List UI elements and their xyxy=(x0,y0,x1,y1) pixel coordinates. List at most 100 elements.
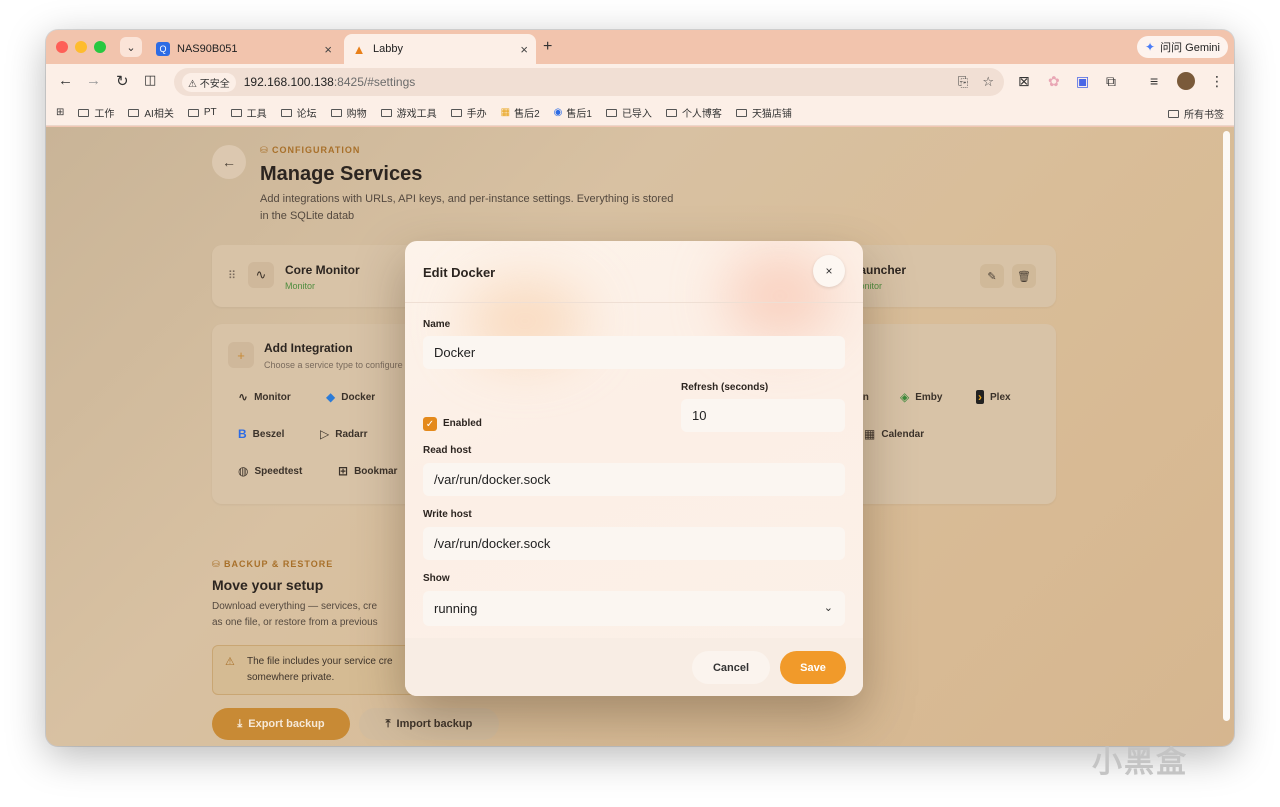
write-host-input[interactable]: /var/run/docker.sock xyxy=(423,527,845,560)
gemini-button[interactable]: ✦ 问问 Gemini xyxy=(1137,36,1228,58)
folder-icon xyxy=(230,108,242,117)
minimize-window-button[interactable] xyxy=(75,41,87,53)
edit-pencil-icon[interactable]: ✎ xyxy=(980,264,1004,288)
profile-avatar[interactable] xyxy=(1177,72,1195,90)
speedtest-icon: ◍ xyxy=(238,464,249,478)
bookmark-item[interactable]: 工作 xyxy=(78,105,114,120)
name-input[interactable]: Docker xyxy=(423,336,845,369)
modal-close-icon[interactable]: × xyxy=(813,255,845,287)
folder-icon xyxy=(735,108,747,117)
flask-icon: ▲ xyxy=(352,41,366,57)
bookmark-star-icon[interactable]: ☆ xyxy=(982,74,994,90)
maximize-window-button[interactable] xyxy=(94,41,106,53)
enabled-checkbox[interactable]: ✓ xyxy=(423,417,437,431)
tab-close-icon[interactable]: × xyxy=(324,42,332,57)
blue-ext-icon[interactable]: ▣ xyxy=(1076,73,1089,90)
integration-bookmarks[interactable]: ⊞ Bookmar xyxy=(338,458,397,484)
tab-search-chevron-icon[interactable]: ⌄ xyxy=(120,37,142,57)
bookmark-item[interactable]: 游戏工具 xyxy=(380,105,437,120)
apps-grid-icon[interactable]: ⊞ xyxy=(56,107,64,118)
new-tab-button[interactable]: + xyxy=(543,38,552,56)
modal-title: Edit Docker xyxy=(423,265,496,280)
forward-arrow-icon[interactable]: → xyxy=(86,72,101,89)
add-integration-title: Add Integration xyxy=(264,341,353,355)
extensions-puzzle-icon[interactable]: ⧉ xyxy=(1106,73,1116,90)
download-icon: ⤓ xyxy=(237,717,243,730)
bookmark-item[interactable]: 天猫店铺 xyxy=(735,105,792,120)
reload-icon[interactable]: ↻ xyxy=(116,72,129,90)
integration-plex[interactable]: › Plex xyxy=(976,384,1011,410)
reading-list-icon[interactable]: ≡ xyxy=(1150,73,1158,89)
url-path: :8425/#settings xyxy=(333,75,416,89)
page-title: Manage Services xyxy=(260,163,423,185)
folder-icon xyxy=(280,108,292,117)
pulse-icon: ∿ xyxy=(248,262,274,288)
bookmark-item[interactable]: ▦ 售后2 xyxy=(501,105,540,120)
tab-nas[interactable]: Q NAS90B051 × xyxy=(148,34,340,64)
translate-icon[interactable]: ⎘ xyxy=(958,74,968,90)
bookmark-item[interactable]: ◉ 售后1 xyxy=(554,105,592,120)
back-arrow-icon[interactable]: ← xyxy=(58,72,73,89)
folder-icon xyxy=(1168,109,1179,118)
back-button[interactable]: ← xyxy=(212,145,246,179)
folder-icon xyxy=(380,108,392,117)
chevron-down-icon: ⌄ xyxy=(823,602,833,614)
delete-trash-icon[interactable]: 🗑 xyxy=(1012,264,1036,288)
bookmark-item[interactable]: 个人博客 xyxy=(665,105,722,120)
bookmark-item[interactable]: 手办 xyxy=(450,105,487,120)
xiaoheihe-watermark: 小黑盒 xyxy=(1092,746,1188,779)
folder-icon xyxy=(605,108,617,117)
bookmark-item[interactable]: 论坛 xyxy=(280,105,317,120)
show-select[interactable]: running ⌄ xyxy=(423,591,845,626)
bookmark-item[interactable]: 工具 xyxy=(230,105,267,120)
folder-icon xyxy=(187,108,199,117)
tab-close-icon[interactable]: × xyxy=(520,42,528,57)
tab-title: Labby xyxy=(373,43,403,55)
bookmark-item[interactable]: 购物 xyxy=(330,105,367,120)
page-content: ← ⛁ CONFIGURATION Manage Services Add in… xyxy=(46,127,1234,746)
folder-icon xyxy=(128,108,140,117)
plex-icon: › xyxy=(976,390,984,404)
screenshot-ext-icon[interactable]: ⊠ xyxy=(1018,73,1030,90)
bookmark-item[interactable]: PT xyxy=(187,107,217,118)
folder-icon xyxy=(665,108,677,117)
drag-handle-icon[interactable]: ⠿ xyxy=(228,269,236,282)
address-bar[interactable]: ⚠ 不安全 192.168.100.138:8425/#settings ⎘ ☆ xyxy=(174,68,1004,96)
tab-labby[interactable]: ▲ Labby × xyxy=(344,34,536,64)
integration-beszel[interactable]: B Beszel xyxy=(238,421,284,447)
import-backup-button[interactable]: ⤒ Import backup xyxy=(359,708,499,740)
page-subtitle: Add integrations with URLs, API keys, an… xyxy=(260,193,674,222)
split-view-icon[interactable]: ◫ xyxy=(144,72,156,88)
export-backup-button[interactable]: ⤓ Export backup xyxy=(212,708,350,740)
folder-icon xyxy=(78,108,90,117)
enabled-label: Enabled xyxy=(443,418,482,429)
insecure-badge[interactable]: ⚠ 不安全 xyxy=(182,72,236,92)
calendar-icon: ▦ xyxy=(864,427,876,441)
integration-emby[interactable]: ◈ Emby xyxy=(900,384,942,410)
modal-divider xyxy=(405,302,863,303)
upload-icon: ⤒ xyxy=(385,717,391,730)
configuration-eyebrow: ⛁ CONFIGURATION xyxy=(260,145,361,155)
all-bookmarks[interactable]: 所有书签 xyxy=(1168,106,1224,121)
close-window-button[interactable] xyxy=(56,41,68,53)
integration-monitor[interactable]: ∿ Monitor xyxy=(238,384,291,410)
integration-speedtest[interactable]: ◍ Speedtest xyxy=(238,458,302,484)
bookmark-item[interactable]: AI相关 xyxy=(128,105,174,120)
read-host-input[interactable]: /var/run/docker.sock xyxy=(423,463,845,496)
service-name: Core Monitor xyxy=(285,263,360,277)
bookmark-item[interactable]: 已导入 xyxy=(605,105,652,120)
docker-whale-icon: ◆ xyxy=(326,390,336,404)
integration-calendar[interactable]: ▦ Calendar xyxy=(864,421,924,447)
backup-eyebrow: ⛁ BACKUP & RESTORE xyxy=(212,559,334,569)
integration-radarr[interactable]: ▷ Radarr xyxy=(320,421,367,447)
bookmarks-bar: ⊞ 工作 AI相关 PT 工具 论坛 购物 游戏工具 手办 ▦ 售后2 ◉ 售后1 … xyxy=(46,100,1234,126)
integration-docker[interactable]: ◆ Docker xyxy=(326,384,375,410)
pink-ext-icon[interactable]: ✿ xyxy=(1048,73,1060,90)
add-integration-subtitle: Choose a service type to configure xyxy=(264,360,403,370)
page-scrollbar[interactable] xyxy=(1223,131,1230,721)
refresh-input[interactable]: 10 xyxy=(681,399,845,432)
save-button[interactable]: Save xyxy=(780,651,846,684)
more-menu-icon[interactable]: ⋮ xyxy=(1210,73,1224,90)
cancel-button[interactable]: Cancel xyxy=(692,651,770,684)
write-host-label: Write host xyxy=(423,509,472,520)
